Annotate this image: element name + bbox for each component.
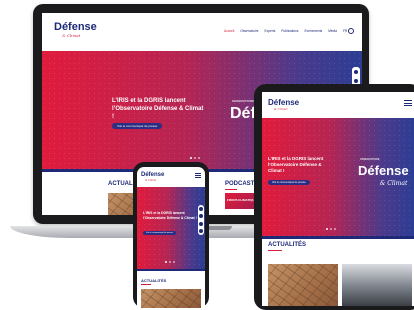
tablet-hero: L’IRIS et la DGRIS lancent l’Observatoir… [262,118,414,236]
logo-name: Défense [54,21,97,33]
phone-logo[interactable]: Défense [141,172,164,178]
nav-item-observatoire[interactable]: Observatoire [240,29,258,33]
tablet-hero-button[interactable]: Voir le communiqué de presse [268,180,310,185]
phone-logo-sub: & Climat [145,179,157,182]
tablet-logo-name: Défense [268,98,300,107]
search-icon[interactable] [348,28,354,34]
phone-instagram-icon[interactable] [199,229,203,234]
tablet-menu-icon[interactable] [404,100,412,106]
phone-hero-texture [137,187,205,269]
phone-news-title: ACTUALITÉS [141,278,167,283]
phone-hero-button[interactable]: Voir le communiqué de presse [143,231,176,235]
tablet-hero-logo: Défense [358,163,409,178]
hero-title: L’IRIS et la DGRIS lancent l’Observatoir… [112,98,204,120]
tablet-hero-logo-sub: & Climat [380,180,408,187]
nav-item-publications[interactable]: Publications [281,29,298,33]
tablet-news-image-2[interactable] [342,264,412,306]
phone-hero-bar [137,269,205,271]
twitter-icon[interactable] [354,69,358,74]
tablet-hero-bar [262,236,414,239]
phone-youtube-icon[interactable] [199,221,203,226]
nav-item-accueil[interactable]: Accueil [224,29,234,33]
tablet-hero-title: L’IRIS et la DGRIS lancent l’Observatoir… [268,156,324,173]
tablet-carousel-dots[interactable] [326,228,336,230]
phone-hero-title: L’IRIS et la DGRIS lancent l’Observatoir… [143,211,197,220]
logo-subtitle: & Climat [62,33,81,38]
podcast-underline [225,189,237,190]
phone-hero: L’IRIS et la DGRIS lancent l’Observatoir… [137,187,205,269]
main-nav: Accueil Observatoire Experts Publication… [224,29,347,33]
phone-carousel-dots[interactable] [165,261,175,263]
nav-item-experts[interactable]: Experts [265,29,276,33]
hero-carousel-dots[interactable] [190,157,200,159]
phone-logo-name: Défense [141,172,165,178]
site-logo[interactable]: Défense [54,22,97,33]
tablet-news-underline [268,250,282,251]
phone-screen: Défense & Climat L’IRIS et la DGRIS lanc… [137,167,205,308]
phone-social-bar [198,205,204,235]
tablet-logo-sub: & Climat [274,107,288,111]
hero-button[interactable]: Voir le communiqué de presse [112,123,163,129]
nav-item-evenements[interactable]: Evènements [305,29,323,33]
phone-news-image[interactable] [141,289,201,308]
podcast-card[interactable]: FRONT-CLIMATIQUE [225,193,257,209]
hero-kicker: OBSERVATOIRE [232,99,256,103]
podcast-card-label: FRONT-CLIMATIQUE [227,198,257,202]
phone-news-underline [141,284,151,285]
nav-item-media[interactable]: Média [328,29,337,33]
site-header: Défense & Climat Accueil Observatoire Ex… [42,13,362,51]
tablet-news-image-1[interactable] [268,264,338,306]
tablet-logo[interactable]: Défense [268,98,299,107]
tablet-screen: Défense & Climat L’IRIS et la DGRIS lanc… [262,92,414,306]
linkedin-icon[interactable] [354,78,358,83]
language-switch[interactable]: FR [343,29,347,33]
tablet-hero-kicker: OBSERVATOIRE [360,158,380,161]
phone-linkedin-icon[interactable] [199,214,203,219]
phone-menu-icon[interactable] [195,173,201,178]
phone-twitter-icon[interactable] [199,206,203,211]
podcast-section-title: PODCAST [225,181,255,187]
tablet-news-title: ACTUALITÉS [268,242,306,248]
